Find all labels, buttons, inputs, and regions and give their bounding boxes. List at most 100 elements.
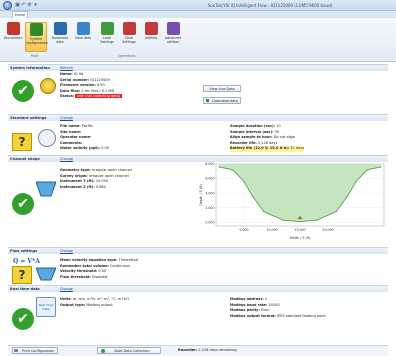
modbus-parity-value: Even bbox=[260, 308, 270, 312]
view-data-button[interactable]: View data bbox=[72, 22, 94, 52]
bed-point bbox=[335, 210, 337, 213]
status-ok-icon: ✔ bbox=[12, 308, 34, 330]
connect-icon[interactable]: ⚙ bbox=[27, 3, 32, 8]
system-config-icon bbox=[29, 23, 43, 36]
channel-change-link[interactable]: Change bbox=[60, 157, 73, 161]
section-title: Standard settings bbox=[10, 116, 47, 120]
x-tick-label: 10.000 bbox=[266, 228, 277, 232]
group-main-label: Main bbox=[31, 54, 39, 58]
app-menu-button[interactable] bbox=[3, 1, 12, 10]
y-tick-label: 0.000 bbox=[205, 220, 214, 224]
output-type-value: Modbus output bbox=[86, 302, 113, 307]
warning-question-icon: ? bbox=[12, 133, 32, 151]
operator-label: Operator name: bbox=[60, 135, 92, 139]
undo-icon[interactable]: ↶ bbox=[21, 3, 26, 8]
group-operations-label: Operations bbox=[118, 54, 136, 58]
printer-icon bbox=[14, 349, 18, 352]
warning-question-icon: ? bbox=[12, 266, 32, 284]
modbus-address-label: Modbus address: bbox=[230, 297, 264, 301]
section-title: Flow settings bbox=[10, 249, 38, 253]
geometry-label: Geometry type: bbox=[60, 168, 91, 172]
section-system-information: System information Refresh bbox=[8, 64, 388, 71]
load-settings-button[interactable]: Load Settings bbox=[96, 22, 118, 52]
download-data-label: Download data bbox=[51, 36, 69, 44]
section-standard-settings: Standard settings Change bbox=[8, 114, 388, 121]
battery-life-value: 32 days bbox=[290, 146, 305, 150]
system-config-button[interactable]: System configuration bbox=[25, 22, 48, 52]
y-tick-label: 8.000 bbox=[205, 162, 214, 166]
save-settings-icon bbox=[122, 22, 136, 35]
advanced-utilities-label: Advanced utilities bbox=[164, 36, 182, 44]
geometry-value: Irregular open channel bbox=[91, 168, 132, 172]
bed-point bbox=[282, 219, 284, 221]
survey-value: Irregular open channel bbox=[88, 173, 129, 178]
modbus-baud-label: Modbus baud rate: bbox=[230, 302, 268, 307]
bottom-recorder-value: 2,128 days remaining bbox=[198, 347, 237, 352]
mean-velocity-value: Theoretical bbox=[118, 258, 139, 262]
salinity-value: 0.00 bbox=[101, 146, 110, 150]
x-axis-label: Width / Y (ft) bbox=[290, 236, 311, 240]
output-type-label: Output type: bbox=[60, 302, 86, 307]
modbus-baud-value: 19200 bbox=[268, 302, 280, 307]
utilities-button[interactable]: Utilities bbox=[140, 22, 162, 52]
file-name-value: Pacific bbox=[81, 124, 93, 128]
remember-volume-label: Remember total volume: bbox=[60, 263, 109, 268]
disconnect-label: Disconnect bbox=[3, 36, 23, 40]
instrument-y-value: 15.000 bbox=[95, 179, 109, 183]
realtime-change-link[interactable]: Change bbox=[60, 287, 73, 291]
standard-change-link[interactable]: Change bbox=[60, 116, 73, 120]
x-tick-label: 15.000 bbox=[294, 228, 305, 232]
instrument-y-label: Instrument Y (ft): bbox=[60, 179, 95, 183]
bottom-recorder-label: Recorder: bbox=[178, 347, 198, 352]
modbus-address-value: 1 bbox=[264, 297, 268, 301]
firmware-value: 6.50 bbox=[96, 83, 105, 87]
section-flow-settings: Flow settings Change bbox=[8, 247, 388, 254]
remember-volume-value: Continuous bbox=[110, 263, 130, 268]
disconnect-button[interactable]: Disconnect bbox=[2, 22, 24, 52]
name-value: IQ 9d bbox=[73, 72, 84, 76]
y-tick-label: 6.000 bbox=[205, 177, 214, 181]
advanced-utilities-button[interactable]: Advanced utilities bbox=[162, 22, 184, 52]
flow-change-link[interactable]: Change bbox=[60, 249, 73, 253]
instrument-z-label: Instrument Z (ft): bbox=[60, 184, 95, 189]
ribbon-tab-bar bbox=[0, 11, 396, 18]
bed-point bbox=[299, 221, 301, 223]
save-settings-button[interactable]: Save Settings bbox=[118, 22, 140, 52]
y-tick-label: 4.000 bbox=[205, 191, 214, 195]
bed-point bbox=[263, 210, 265, 213]
save-icon[interactable]: ▣ bbox=[15, 3, 20, 8]
realtime-data-icon: Real Time Data bbox=[36, 297, 56, 317]
disconnect-icon bbox=[6, 22, 20, 35]
datafiles-value: 2 rec files / 0.2 MB bbox=[81, 88, 114, 93]
x-tick-label: 5.000 bbox=[239, 228, 248, 232]
start-data-collection-button[interactable]: Start Data Collection bbox=[97, 347, 161, 354]
units-label: Units: bbox=[60, 297, 72, 301]
refresh-link[interactable]: Refresh bbox=[60, 66, 73, 70]
utilities-label: Utilities bbox=[144, 36, 158, 40]
status-badge: Idle (not collecting data) bbox=[75, 94, 123, 98]
bed-point bbox=[316, 219, 318, 221]
sample-interval-label: Sample interval (sec): bbox=[230, 129, 274, 134]
bed-point bbox=[218, 166, 220, 168]
channel-cross-section-chart: 5.000 10.000 15.000 20.000 8.000 6.000 4.000 2… bbox=[199, 162, 385, 240]
system-config-label: System configuration bbox=[26, 37, 48, 45]
print-configuration-button[interactable]: Print Configuration bbox=[12, 347, 58, 354]
tab-home[interactable]: Home bbox=[12, 11, 28, 18]
velocity-threshold-label: Velocity threshold: bbox=[60, 269, 98, 273]
modbus-parity-label: Modbus parity: bbox=[230, 308, 260, 312]
quick-access-dropdown-icon[interactable]: ▾ bbox=[33, 3, 38, 8]
recorder-life-value: 2,128 days bbox=[257, 140, 278, 145]
view-data-label: View data bbox=[74, 36, 92, 40]
modbus-format-label: Modbus output format: bbox=[230, 313, 276, 318]
load-settings-label: Load Settings bbox=[100, 36, 114, 44]
download-data-button[interactable]: Download data bbox=[49, 22, 71, 52]
bed-point bbox=[251, 195, 253, 197]
status-ok-icon: ✔ bbox=[12, 193, 34, 215]
sample-interval-value: 30 bbox=[274, 129, 280, 134]
sample-duration-label: Sample duration (sec): bbox=[230, 124, 276, 128]
battery-life-label: Battery life (12.0 V, 15.0 A·h): bbox=[230, 146, 290, 150]
view-live-data-button[interactable]: View Live Data bbox=[203, 85, 241, 92]
site-name-label: Site name: bbox=[60, 129, 82, 134]
flow-threshold-value: Disabled bbox=[91, 274, 108, 279]
comments-label: Comments: bbox=[60, 140, 83, 145]
